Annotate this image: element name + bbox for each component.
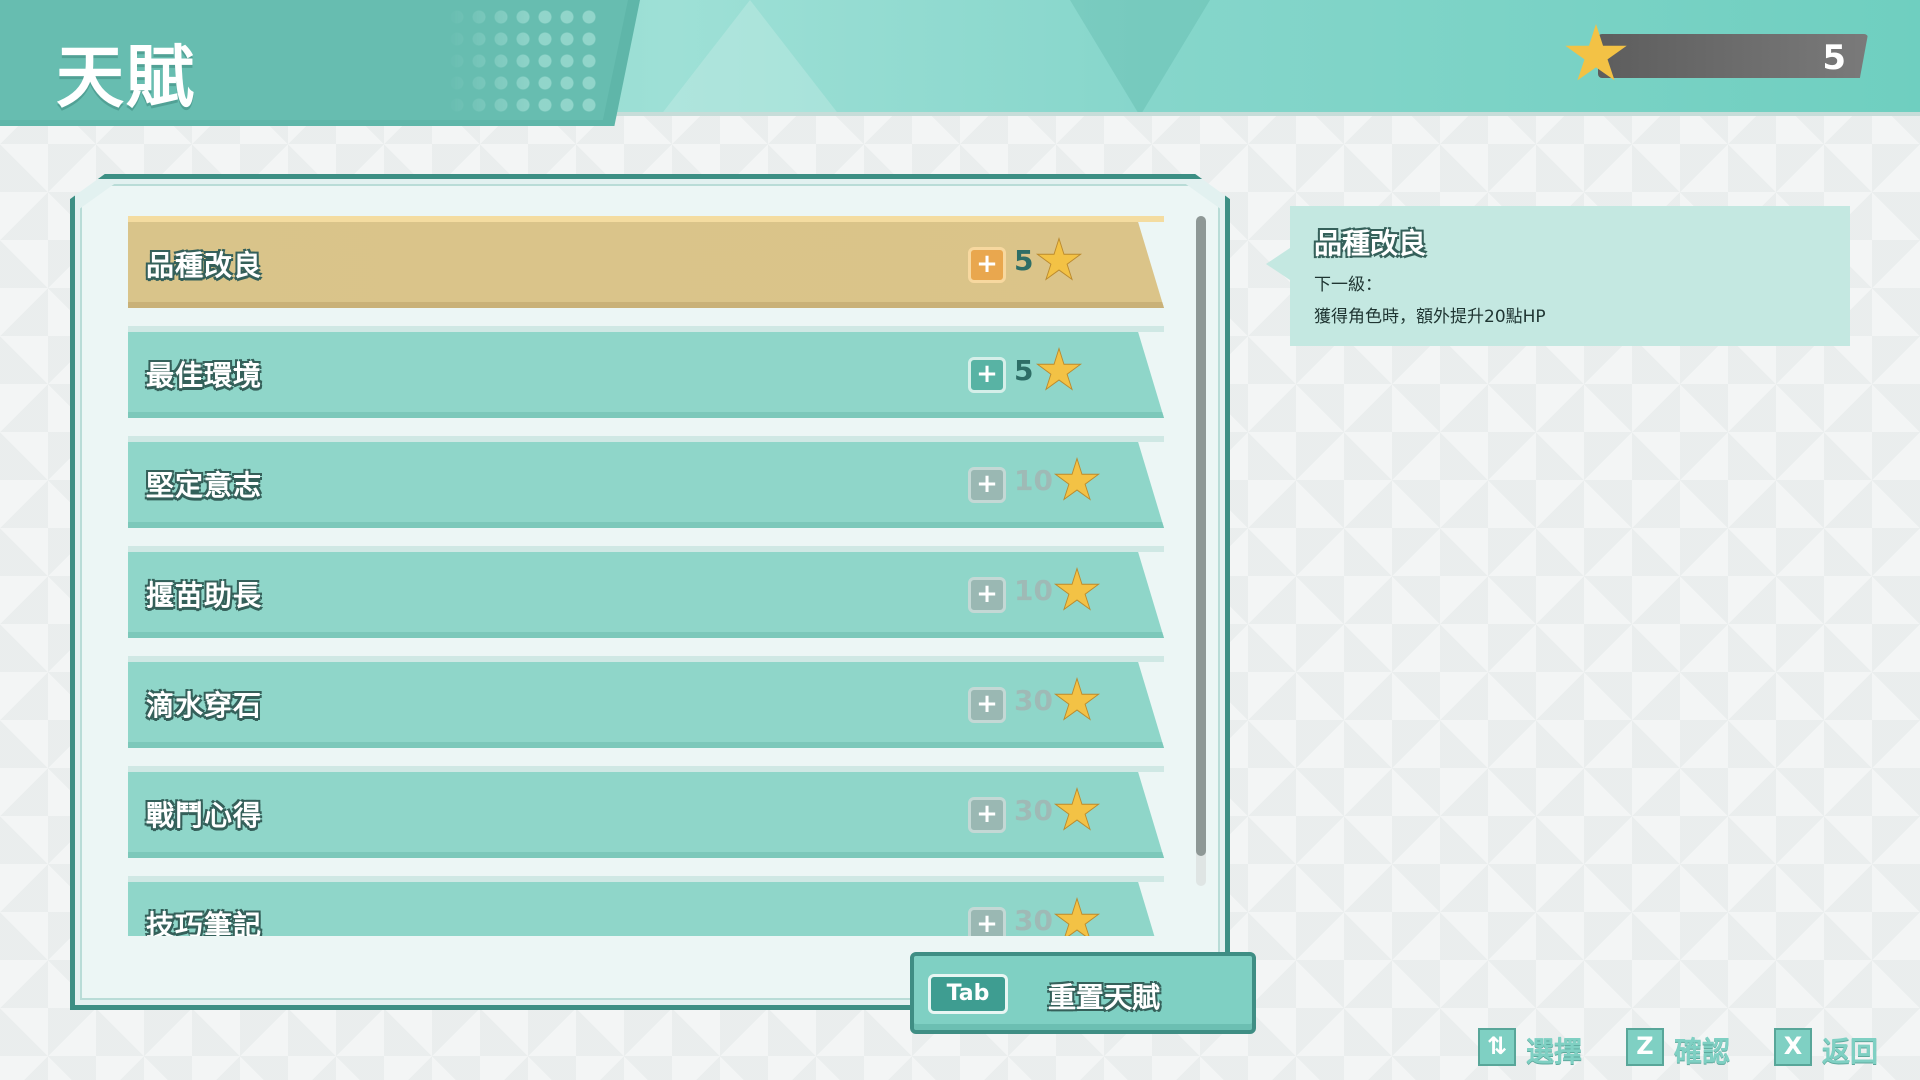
talent-cost: 30 (1014, 904, 1053, 936)
talent-row-plate (128, 882, 1164, 936)
talent-row-highlight (128, 546, 1164, 552)
banner-decoration (1070, 0, 1210, 112)
up-down-arrows-icon: ⇅ (1478, 1028, 1516, 1066)
detail-pointer (1266, 248, 1290, 280)
talent-row[interactable]: 揠苗助長 +10 (128, 546, 1164, 638)
talent-name: 滴水穿石 (146, 689, 263, 722)
talent-name: 揠苗助長 (146, 579, 263, 612)
select-label: 選擇 (1526, 1035, 1583, 1068)
talent-name: 戰鬥心得 (146, 799, 263, 832)
tab-key-icon: Tab (928, 974, 1008, 1014)
talent-row-highlight (128, 876, 1164, 882)
talent-cost: 5 (1014, 354, 1034, 387)
talent-row-highlight (128, 436, 1164, 442)
dot-pattern (446, 6, 596, 118)
detail-title: 品種改良 (1314, 227, 1427, 260)
banner-decoration (660, 0, 840, 112)
talent-row-highlight (128, 326, 1164, 332)
plus-icon[interactable]: + (968, 577, 1006, 613)
plus-icon[interactable]: + (968, 907, 1006, 936)
talent-detail-panel: 品種改良 下一級： 獲得角色時，額外提升20點HP (1290, 206, 1850, 346)
talent-row-plate (128, 552, 1164, 638)
talent-row[interactable]: 技巧筆記 +30 (128, 876, 1164, 936)
x-key-icon: X (1774, 1028, 1812, 1066)
detail-description: 獲得角色時，額外提升20點HP (1314, 307, 1546, 327)
back-label: 返回 (1822, 1035, 1879, 1068)
talent-row-plate (128, 332, 1164, 418)
plus-icon[interactable]: + (968, 247, 1006, 283)
scrollbar-thumb[interactable] (1196, 216, 1206, 856)
talent-cost: 5 (1014, 244, 1034, 277)
talent-cost: 10 (1014, 464, 1053, 497)
talent-row[interactable]: 滴水穿石 +30 (128, 656, 1164, 748)
plus-icon[interactable]: + (968, 687, 1006, 723)
plus-icon[interactable]: + (968, 467, 1006, 503)
talent-name: 技巧筆記 (146, 909, 263, 936)
detail-next-level-label: 下一級： (1314, 275, 1382, 295)
talent-row-plate (128, 222, 1164, 308)
reset-talents-button[interactable]: Tab 重置天賦 (910, 952, 1256, 1034)
talent-row-plate (128, 662, 1164, 748)
talent-points-value: 5 (1822, 38, 1846, 78)
confirm-label: 確認 (1674, 1035, 1731, 1068)
talent-row[interactable]: 最佳環境 +5 (128, 326, 1164, 418)
plus-icon[interactable]: + (968, 357, 1006, 393)
talent-points-bar: 5 (1598, 34, 1868, 78)
talent-row-highlight (128, 216, 1164, 222)
talent-row-plate (128, 442, 1164, 528)
reset-talents-label: 重置天賦 (1048, 981, 1161, 1014)
talent-name: 品種改良 (146, 249, 263, 282)
talent-cost: 10 (1014, 574, 1053, 607)
talent-row[interactable]: 堅定意志 +10 (128, 436, 1164, 528)
talent-name: 堅定意志 (146, 469, 263, 502)
talent-list: 品種改良 +5 最佳環境 +5 堅定意志 +10 揠苗助長 +10 滴水穿石 +30 戰鬥心得 +30… (128, 216, 1168, 936)
talent-row[interactable]: 戰鬥心得 +30 (128, 766, 1164, 858)
talent-row[interactable]: 品種改良 +5 (128, 216, 1164, 308)
talent-row-highlight (128, 656, 1164, 662)
z-key-icon: Z (1626, 1028, 1664, 1066)
talent-row-plate (128, 772, 1164, 858)
page-title: 天賦 (56, 39, 197, 118)
talent-cost: 30 (1014, 684, 1053, 717)
talent-row-highlight (128, 766, 1164, 772)
plus-icon[interactable]: + (968, 797, 1006, 833)
talent-cost: 30 (1014, 794, 1053, 827)
talent-name: 最佳環境 (146, 359, 263, 392)
